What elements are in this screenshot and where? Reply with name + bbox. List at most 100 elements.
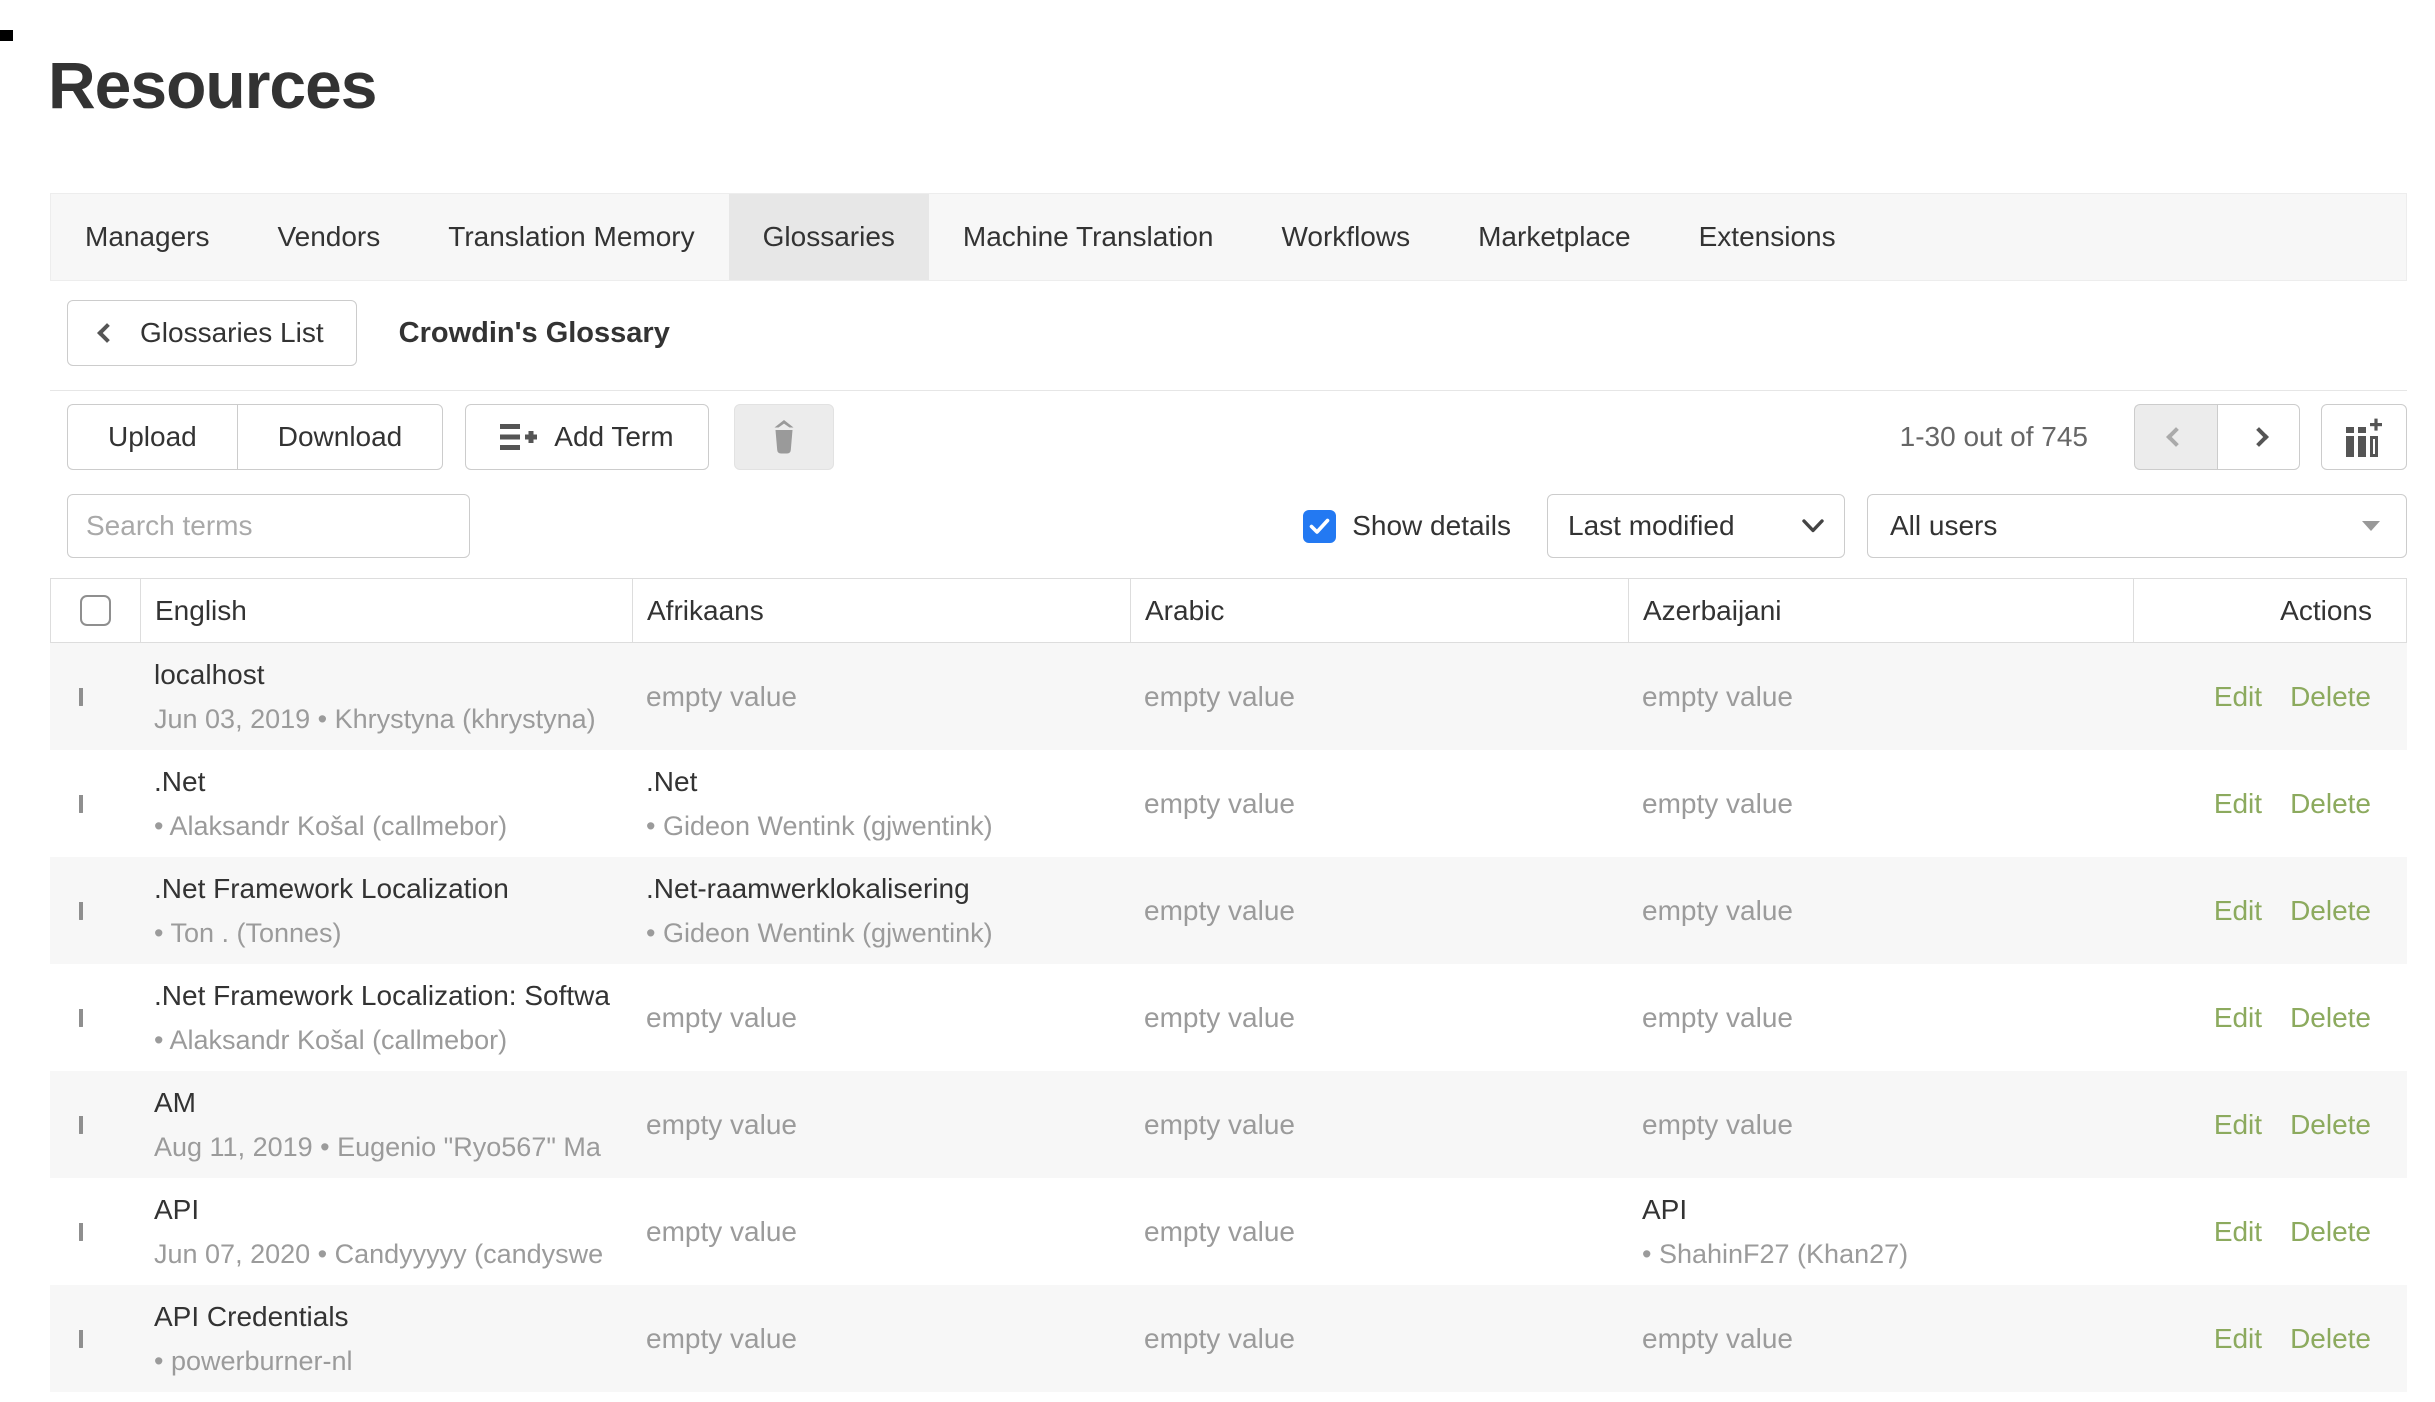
caret-down-icon [2362, 521, 2380, 531]
empty-value: empty value [1144, 1216, 1295, 1247]
tab-glossaries[interactable]: Glossaries [729, 194, 929, 280]
glossaries-list-back-button[interactable]: Glossaries List [67, 300, 357, 366]
page-title: Resources [48, 30, 2435, 140]
azerbaijani-cell: empty value [1628, 681, 2133, 713]
row-select-cell [50, 1009, 140, 1027]
select-all-checkbox[interactable] [80, 595, 111, 626]
edit-link[interactable]: Edit [2214, 1216, 2262, 1248]
actions-cell: Edit Delete [2133, 1323, 2407, 1355]
column-header-azerbaijani: Azerbaijani [1629, 579, 2134, 642]
row-checkbox[interactable] [79, 795, 83, 813]
term-entry: .Net Framework Localization: Softwa• Ala… [154, 980, 618, 1056]
table-row: APIJun 07, 2020 • Candyyyyy (candyswe emp… [50, 1178, 2407, 1285]
tab-workflows[interactable]: Workflows [1247, 194, 1444, 280]
users-filter-value: All users [1890, 510, 1997, 542]
empty-value: empty value [1642, 1002, 1793, 1033]
delete-link[interactable]: Delete [2290, 788, 2371, 820]
tab-managers[interactable]: Managers [51, 194, 244, 280]
azerbaijani-cell: empty value [1628, 1323, 2133, 1355]
upload-button[interactable]: Upload [67, 404, 237, 470]
term-meta: Jun 03, 2019 • Khrystyna (khrystyna) [154, 704, 618, 735]
actions-cell: Edit Delete [2133, 1216, 2407, 1248]
empty-value: empty value [1144, 895, 1295, 926]
term-text: .Net-raamwerklokalisering [646, 873, 1116, 905]
row-select-cell [50, 795, 140, 813]
term-text: API [1642, 1194, 2119, 1226]
glossary-title: Crowdin's Glossary [399, 317, 670, 350]
row-checkbox[interactable] [79, 1009, 83, 1027]
term-entry: .Net-raamwerklokalisering• Gideon Wentin… [646, 873, 1116, 949]
tab-extensions[interactable]: Extensions [1665, 194, 1870, 280]
users-filter-select[interactable]: All users [1867, 494, 2407, 558]
term-entry: APIJun 07, 2020 • Candyyyyy (candyswe [154, 1194, 618, 1270]
english-cell: API Credentials• powerburner-nl [140, 1301, 632, 1377]
delete-link[interactable]: Delete [2290, 681, 2371, 713]
empty-value: empty value [646, 1323, 797, 1354]
row-checkbox[interactable] [79, 1223, 83, 1241]
manage-columns-button[interactable] [2321, 404, 2407, 470]
edit-link[interactable]: Edit [2214, 1002, 2262, 1034]
row-select-cell [50, 1116, 140, 1134]
tab-translation-memory[interactable]: Translation Memory [414, 194, 728, 280]
term-entry: AMAug 11, 2019 • Eugenio "Ryo567" Ma [154, 1087, 618, 1163]
term-text: API [154, 1194, 618, 1226]
tab-vendors[interactable]: Vendors [244, 194, 415, 280]
empty-value: empty value [1642, 895, 1793, 926]
term-text: .Net Framework Localization: Softwa [154, 980, 618, 1012]
trash-icon [769, 419, 799, 455]
add-column-icon [2344, 417, 2384, 457]
delete-link[interactable]: Delete [2290, 1216, 2371, 1248]
chevron-right-icon [2249, 427, 2269, 447]
row-select-cell [50, 902, 140, 920]
delete-link[interactable]: Delete [2290, 895, 2371, 927]
actions-cell: Edit Delete [2133, 895, 2407, 927]
empty-value: empty value [1642, 681, 1793, 712]
edit-link[interactable]: Edit [2214, 1323, 2262, 1355]
delete-link[interactable]: Delete [2290, 1323, 2371, 1355]
sort-select[interactable]: Last modified [1547, 494, 1845, 558]
checkmark-icon [1309, 518, 1330, 535]
actions-cell: Edit Delete [2133, 1109, 2407, 1141]
chevron-left-icon [2166, 427, 2186, 447]
azerbaijani-cell: API• ShahinF27 (Khan27) [1628, 1194, 2133, 1270]
empty-value: empty value [646, 1002, 797, 1033]
tab-machine-translation[interactable]: Machine Translation [929, 194, 1248, 280]
afrikaans-cell: empty value [632, 1002, 1130, 1034]
edit-link[interactable]: Edit [2214, 1109, 2262, 1141]
arabic-cell: empty value [1130, 1002, 1628, 1034]
edit-link[interactable]: Edit [2214, 681, 2262, 713]
actions-cell: Edit Delete [2133, 1002, 2407, 1034]
row-select-cell [50, 1223, 140, 1241]
row-checkbox[interactable] [79, 902, 83, 920]
next-page-button[interactable] [2217, 404, 2300, 470]
show-details-checkbox[interactable] [1303, 510, 1336, 543]
row-select-cell [50, 688, 140, 706]
empty-value: empty value [646, 1109, 797, 1140]
delete-link[interactable]: Delete [2290, 1109, 2371, 1141]
empty-value: empty value [646, 681, 797, 712]
row-checkbox[interactable] [79, 1116, 83, 1134]
download-button[interactable]: Download [237, 404, 444, 470]
term-entry: API Credentials• powerburner-nl [154, 1301, 618, 1377]
tab-marketplace[interactable]: Marketplace [1444, 194, 1665, 280]
delete-link[interactable]: Delete [2290, 1002, 2371, 1034]
pagination-controls [2134, 404, 2300, 470]
english-cell: AMAug 11, 2019 • Eugenio "Ryo567" Ma [140, 1087, 632, 1163]
edit-link[interactable]: Edit [2214, 895, 2262, 927]
actions-cell: Edit Delete [2133, 681, 2407, 713]
delete-selected-button[interactable] [734, 404, 834, 470]
arabic-cell: empty value [1130, 1216, 1628, 1248]
empty-value: empty value [1642, 1109, 1793, 1140]
edit-link[interactable]: Edit [2214, 788, 2262, 820]
show-details-toggle[interactable]: Show details [1303, 510, 1511, 543]
term-text: localhost [154, 659, 618, 691]
prev-page-button[interactable] [2134, 404, 2217, 470]
row-checkbox[interactable] [79, 1330, 83, 1348]
english-cell: .Net Framework Localization• Ton . (Tonn… [140, 873, 632, 949]
divider [50, 390, 2407, 391]
column-header-english: English [141, 579, 633, 642]
search-input[interactable] [67, 494, 470, 558]
row-checkbox[interactable] [79, 688, 83, 706]
add-term-button[interactable]: Add Term [465, 404, 708, 470]
screenshot-artifact [0, 30, 13, 41]
